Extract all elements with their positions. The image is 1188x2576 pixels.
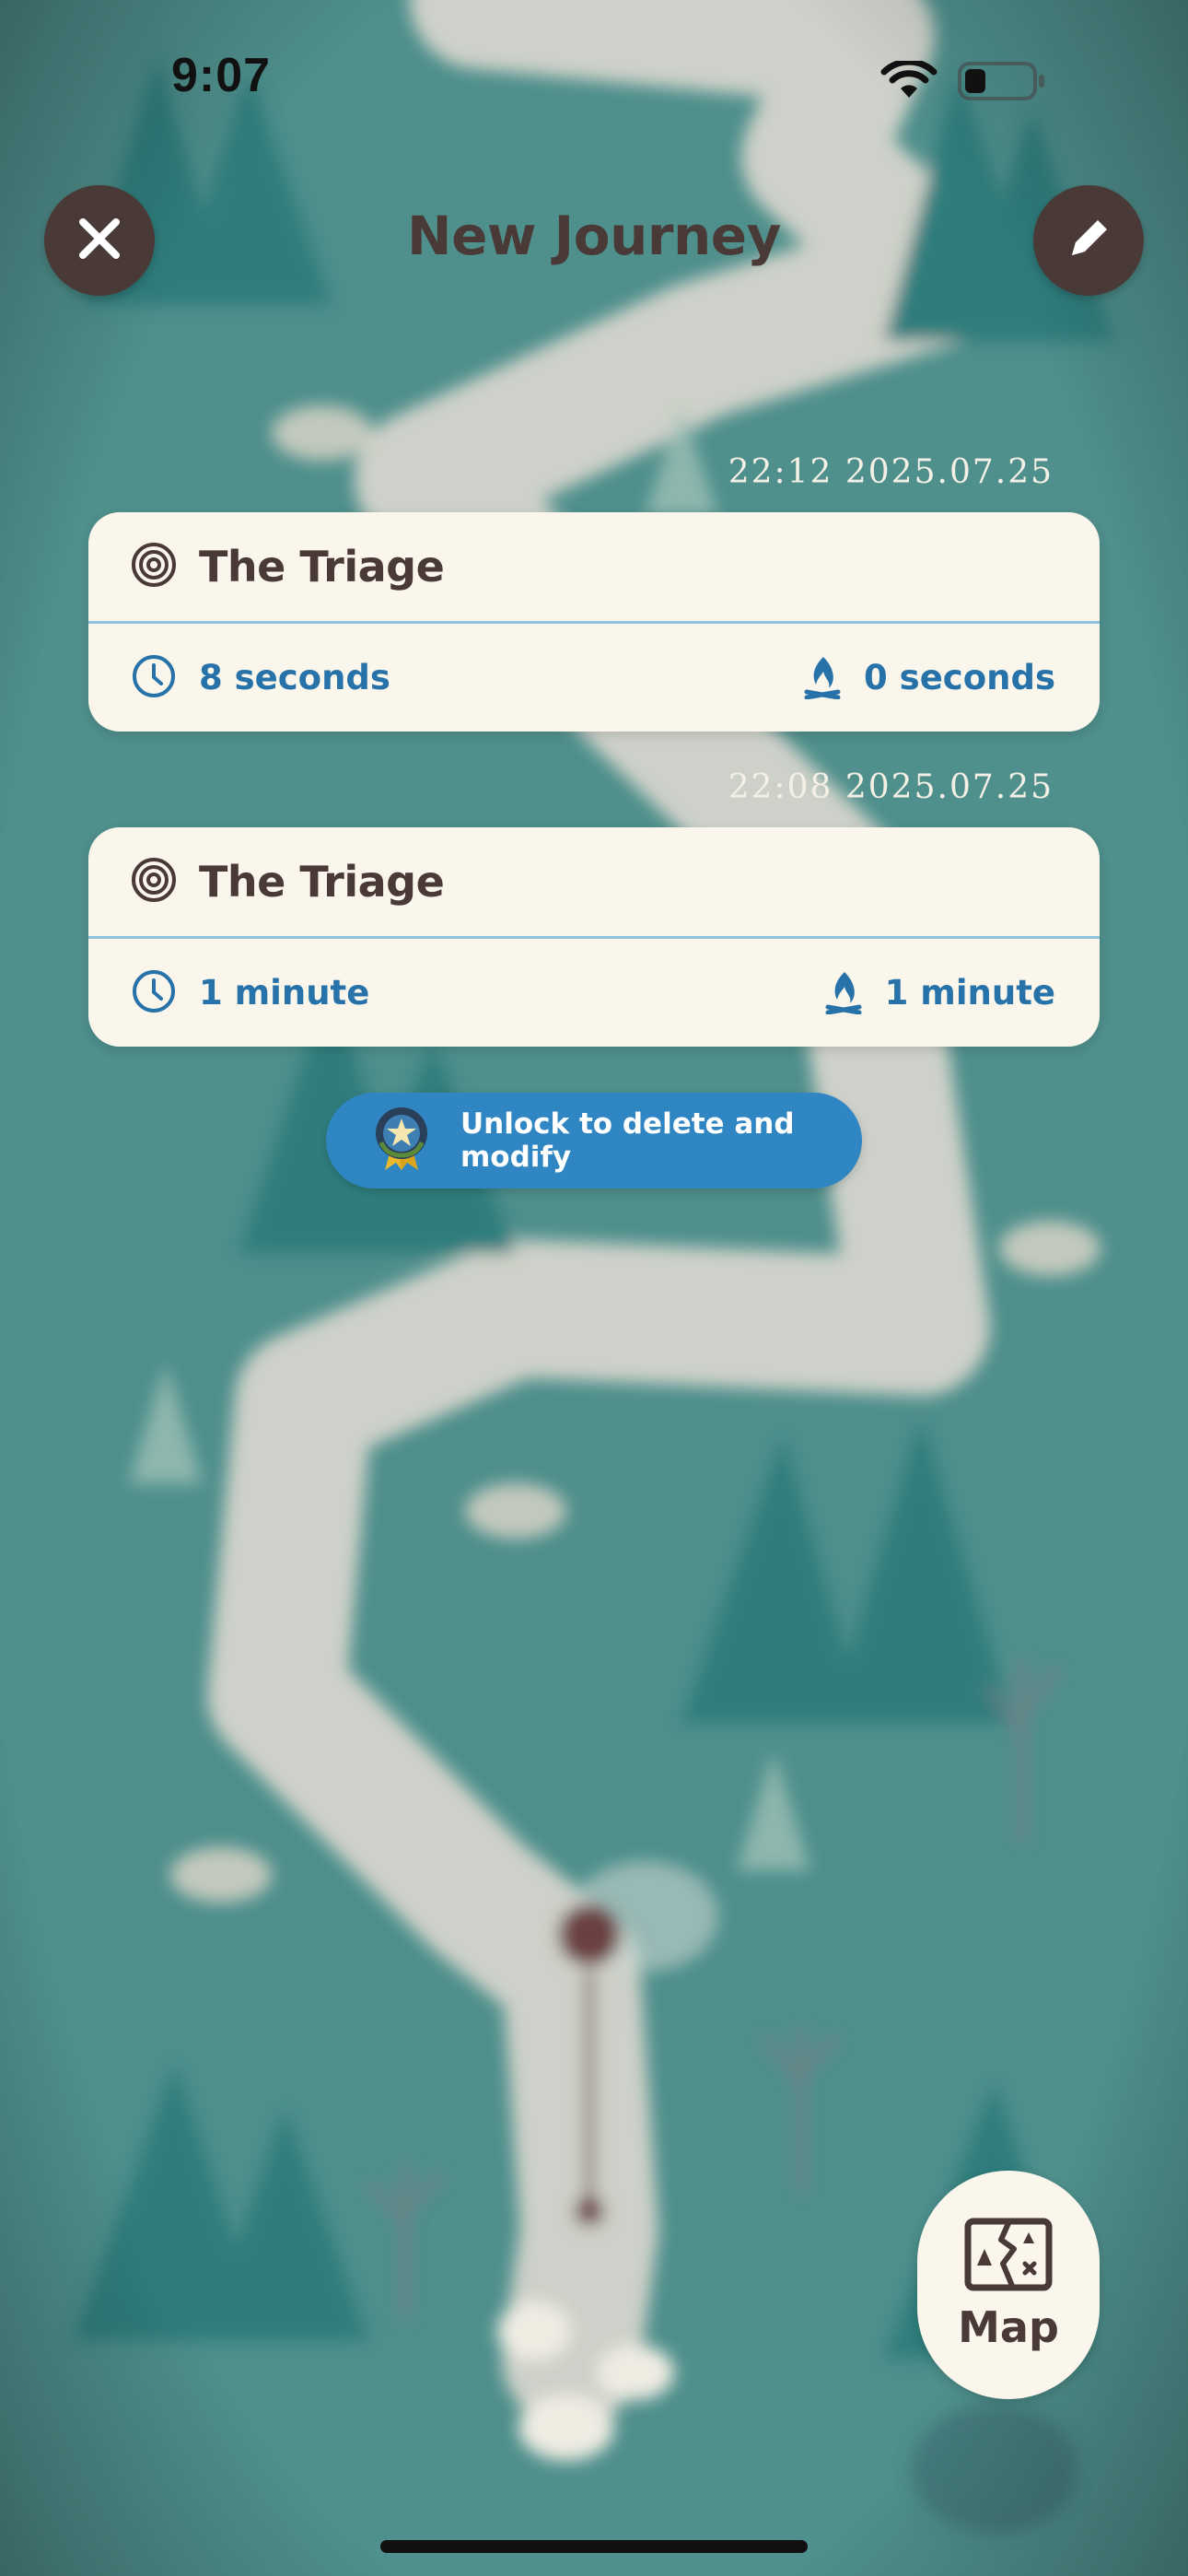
page-title: New Journey xyxy=(407,205,781,267)
clock-icon xyxy=(131,968,177,1018)
rest-duration: 0 seconds xyxy=(864,658,1055,697)
focus-duration-stat: 1 minute xyxy=(131,968,369,1018)
journey-entry-card[interactable]: The Triage 8 seconds 0 seconds xyxy=(88,512,1100,732)
target-icon xyxy=(131,542,177,591)
home-indicator[interactable] xyxy=(380,2540,808,2553)
map-icon xyxy=(964,2218,1053,2295)
target-icon xyxy=(131,857,177,907)
focus-duration: 8 seconds xyxy=(199,658,390,697)
rest-duration: 1 minute xyxy=(884,973,1055,1013)
campfire-icon xyxy=(824,968,863,1018)
rest-duration-stat: 0 seconds xyxy=(803,653,1055,703)
unlock-label: Unlock to delete and modify xyxy=(460,1107,795,1174)
entry-timestamp: 22:08 2025.07.25 xyxy=(728,768,1054,806)
focus-duration: 1 minute xyxy=(199,973,370,1013)
status-time: 9:07 xyxy=(171,49,272,102)
clock-icon xyxy=(131,653,177,703)
entry-timestamp: 22:12 2025.07.25 xyxy=(728,453,1054,491)
journey-entry-card[interactable]: The Triage 1 minute 1 minute xyxy=(88,827,1100,1047)
unlock-button[interactable]: Unlock to delete and modify xyxy=(326,1093,862,1188)
pencil-icon xyxy=(1063,213,1114,268)
star-badge-icon xyxy=(372,1106,431,1176)
campfire-icon xyxy=(803,653,842,703)
entry-title: The Triage xyxy=(199,542,445,591)
rest-duration-stat: 1 minute xyxy=(824,968,1055,1018)
entry-title: The Triage xyxy=(199,857,445,907)
edit-button[interactable] xyxy=(1033,185,1144,296)
focus-duration-stat: 8 seconds xyxy=(131,653,390,703)
wifi-icon xyxy=(880,58,938,105)
map-button[interactable]: Map xyxy=(917,2171,1100,2399)
battery-icon xyxy=(958,61,1046,105)
map-label: Map xyxy=(958,2302,1059,2352)
